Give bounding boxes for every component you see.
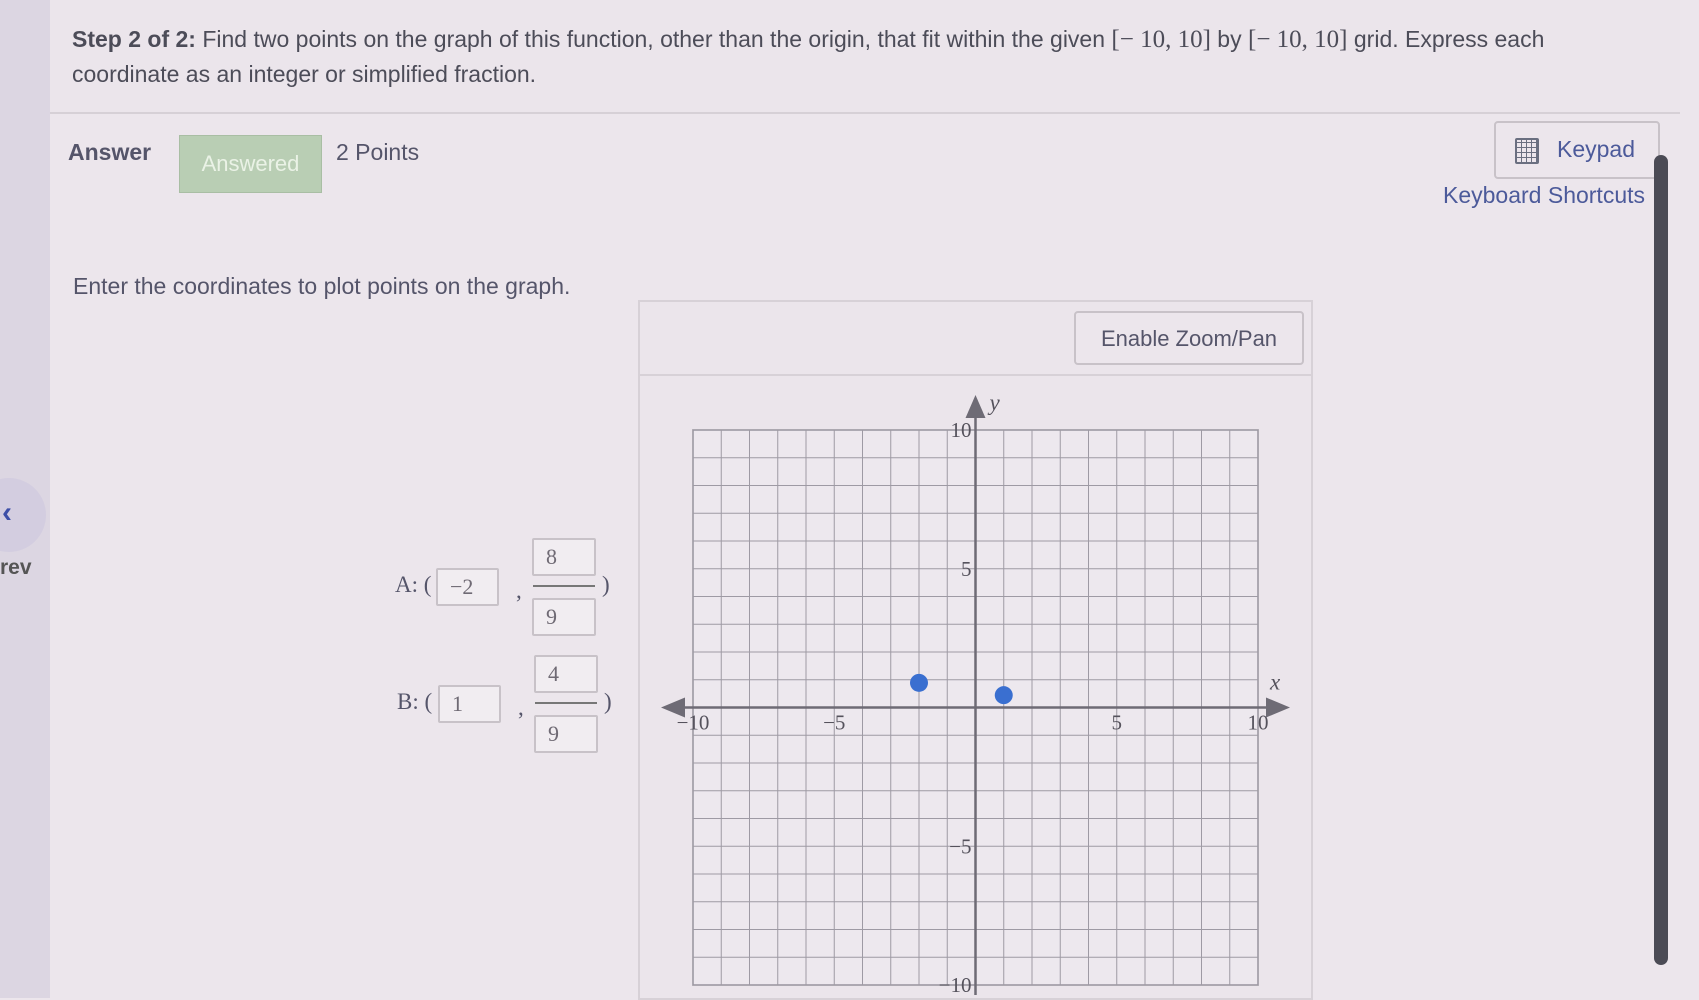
y-axis-arrow-up (965, 395, 986, 418)
y-axis-label: y (988, 390, 1001, 415)
x-tick-label: 5 (1112, 711, 1123, 735)
plotted-point-b[interactable] (994, 686, 1013, 705)
y-tick-label: −5 (949, 834, 971, 858)
y-tick-label: 10 (951, 418, 972, 442)
coordinate-graph[interactable]: −10 −5 5 10 10 5 −5 −10 x y (0, 0, 1699, 998)
x-axis-label: x (1269, 670, 1281, 695)
x-tick-label: 10 (1248, 711, 1269, 735)
x-tick-label: −5 (823, 711, 845, 735)
x-tick-label: −10 (677, 711, 710, 735)
scrollbar-thumb[interactable] (1654, 155, 1668, 965)
y-tick-label: 5 (961, 557, 972, 581)
x-axis-arrow-right (1266, 697, 1290, 718)
y-tick-label: −10 (939, 973, 972, 997)
plotted-point-a[interactable] (910, 673, 928, 692)
